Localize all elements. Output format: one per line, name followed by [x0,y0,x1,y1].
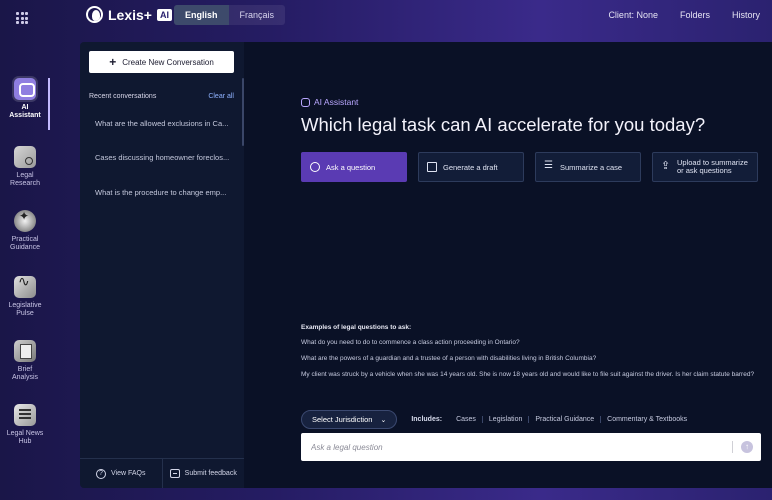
example-question[interactable]: What do you need to do to commence a cla… [301,339,520,346]
ask-box: ↑ [301,433,761,461]
conversation-panel: + Create New Conversation Recent convers… [80,42,244,488]
rail-item-practical-guidance[interactable]: Practical Guidance [0,210,50,252]
brand-ai-badge: AI [156,8,172,21]
conversation-item[interactable]: What are the allowed exclusions in Ca... [95,119,229,128]
include-practical-guidance[interactable]: Practical Guidance [528,416,600,423]
feedback-icon [169,469,180,478]
summarize-case-label: Summarize a case [560,162,623,172]
rail-label: Hub [18,438,32,445]
ai-assistant-tag: AI Assistant [301,97,358,107]
conversation-footer: ? View FAQs Submit feedback [80,458,244,488]
app-grid-icon[interactable] [16,12,28,24]
upload-icon [661,159,671,172]
jurisdiction-row: Select Jurisdiction ⌄ Includes: Cases Le… [301,410,693,429]
upload-label-line2: or ask questions [677,166,732,175]
rail-label: Practical [11,236,39,243]
example-questions: Examples of legal questions to ask: What… [301,324,761,378]
top-nav: Client: None Folders History [608,10,760,20]
generate-draft-label: Generate a draft [443,162,498,172]
include-legislation[interactable]: Legislation [481,416,528,423]
submit-feedback-button[interactable]: Submit feedback [161,459,245,488]
include-commentary-textbooks[interactable]: Commentary & Textbooks [600,416,693,423]
ask-question-button[interactable]: Ask a question [301,152,407,182]
rail-item-ai-assistant[interactable]: AI Assistant [0,78,50,120]
legal-research-icon [14,146,36,168]
ai-assistant-icon [301,97,310,107]
ai-assistant-icon [14,78,36,100]
legislative-pulse-icon [14,276,36,298]
example-question[interactable]: My client was struck by a vehicle when s… [301,371,754,378]
view-faqs-button[interactable]: ? View FAQs [80,459,162,488]
rail-label: Research [10,180,40,187]
ask-divider [732,441,733,453]
chat-icon [310,162,320,172]
select-jurisdiction-dropdown[interactable]: Select Jurisdiction ⌄ [301,410,398,429]
practical-guidance-icon [14,210,36,232]
ai-assistant-tag-label: AI Assistant [314,97,359,107]
chevron-down-icon: ⌄ [380,416,387,424]
includes-label: Includes: [411,416,443,423]
rail-label: Guidance [10,244,40,251]
top-bar: Lexis+ AI English Français Client: None … [0,0,772,32]
includes-filter: Includes: Cases Legislation Practical Gu… [411,416,693,423]
clear-all-link[interactable]: Clear all [208,93,234,100]
create-conversation-label: Create New Conversation [122,57,214,67]
brand-name: Lexis+ [108,6,152,23]
plus-icon: + [109,55,117,69]
view-faqs-label: View FAQs [111,470,146,477]
recent-header: Recent conversations Clear all [89,93,234,100]
select-jurisdiction-label: Select Jurisdiction [312,415,373,424]
create-conversation-button[interactable]: + Create New Conversation [89,51,234,73]
document-icon [427,162,437,172]
rail-item-legal-news-hub[interactable]: Legal News Hub [0,404,50,446]
language-french[interactable]: Français [229,5,286,25]
conversation-item[interactable]: Cases discussing homeowner foreclos... [95,153,229,162]
rail-label: AI [21,104,29,111]
main-panel: AI Assistant Which legal task can AI acc… [244,42,772,488]
include-cases[interactable]: Cases [450,416,482,423]
conversation-item[interactable]: What is the procedure to change emp... [95,188,229,197]
rail-item-legislative-pulse[interactable]: Legislative Pulse [0,276,50,318]
summarize-case-button[interactable]: Summarize a case [535,152,641,182]
submit-feedback-label: Submit feedback [184,470,237,477]
ask-question-input[interactable] [311,433,721,461]
examples-title: Examples of legal questions to ask: [301,324,412,331]
rail-label: Assistant [9,112,41,119]
list-icon [544,160,554,172]
rail-label: Brief [17,366,33,373]
rail-label: Legislative [8,302,42,309]
folders-link[interactable]: Folders [680,10,710,20]
language-english[interactable]: English [174,5,229,25]
recent-conversations-label: Recent conversations [89,93,157,100]
brief-analysis-icon [14,340,36,362]
language-toggle: English Français [174,5,286,25]
brand[interactable]: Lexis+ AI [86,6,172,23]
send-button[interactable]: ↑ [741,441,753,453]
upload-summarize-label: Upload to summarize or ask questions [677,159,748,175]
rail-label: Legal News [6,430,44,437]
upload-summarize-button[interactable]: Upload to summarize or ask questions [652,152,758,182]
rail-label: Pulse [16,310,34,317]
page-title: Which legal task can AI accelerate for y… [301,114,706,135]
rail-label: Analysis [11,374,39,381]
question-icon: ? [96,468,106,479]
task-actions: Ask a question Generate a draft Summariz… [301,152,758,182]
rail-item-legal-research[interactable]: Legal Research [0,146,50,188]
legal-news-hub-icon [14,404,36,426]
example-question[interactable]: What are the powers of a guardian and a … [301,355,596,362]
history-link[interactable]: History [732,10,760,20]
ask-question-label: Ask a question [326,162,376,172]
client-selector[interactable]: Client: None [608,10,658,20]
rail-item-brief-analysis[interactable]: Brief Analysis [0,340,50,382]
lexis-logo-icon [86,6,103,23]
generate-draft-button[interactable]: Generate a draft [418,152,524,182]
rail-label: Legal [16,172,34,179]
